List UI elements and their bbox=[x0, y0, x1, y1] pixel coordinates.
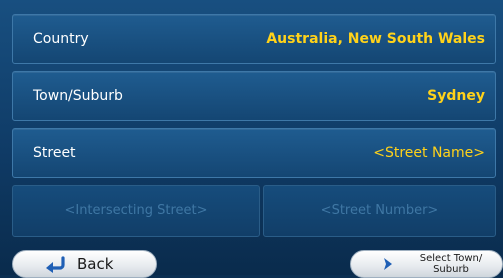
street-value: <Street Name> bbox=[373, 145, 485, 161]
back-button-label: Back bbox=[77, 255, 114, 273]
back-button[interactable]: Back bbox=[12, 250, 157, 278]
town-suburb-field[interactable]: Town/Suburb Sydney bbox=[12, 71, 496, 121]
select-town-suburb-line-2: Suburb bbox=[433, 264, 469, 275]
chevron-right-icon bbox=[384, 258, 392, 270]
select-town-suburb-line-1: Select Town/ bbox=[419, 253, 483, 264]
town-suburb-label: Town/Suburb bbox=[33, 88, 123, 104]
intersecting-street-field[interactable]: <Intersecting Street> bbox=[12, 185, 260, 237]
street-number-placeholder: <Street Number> bbox=[320, 203, 439, 218]
town-suburb-value: Sydney bbox=[427, 88, 485, 104]
address-entry-screen: Country Australia, New South Wales Town/… bbox=[0, 0, 503, 278]
street-field[interactable]: Street <Street Name> bbox=[12, 128, 496, 178]
country-label: Country bbox=[33, 31, 89, 47]
street-label: Street bbox=[33, 145, 76, 161]
country-field[interactable]: Country Australia, New South Wales bbox=[12, 14, 496, 64]
select-town-suburb-label: Select Town/ Suburb bbox=[401, 253, 501, 275]
select-town-suburb-button[interactable]: Select Town/ Suburb bbox=[350, 250, 503, 278]
street-number-field[interactable]: <Street Number> bbox=[263, 185, 496, 237]
back-arrow-icon bbox=[46, 256, 65, 273]
intersecting-street-placeholder: <Intersecting Street> bbox=[64, 203, 208, 218]
country-value: Australia, New South Wales bbox=[266, 31, 485, 47]
